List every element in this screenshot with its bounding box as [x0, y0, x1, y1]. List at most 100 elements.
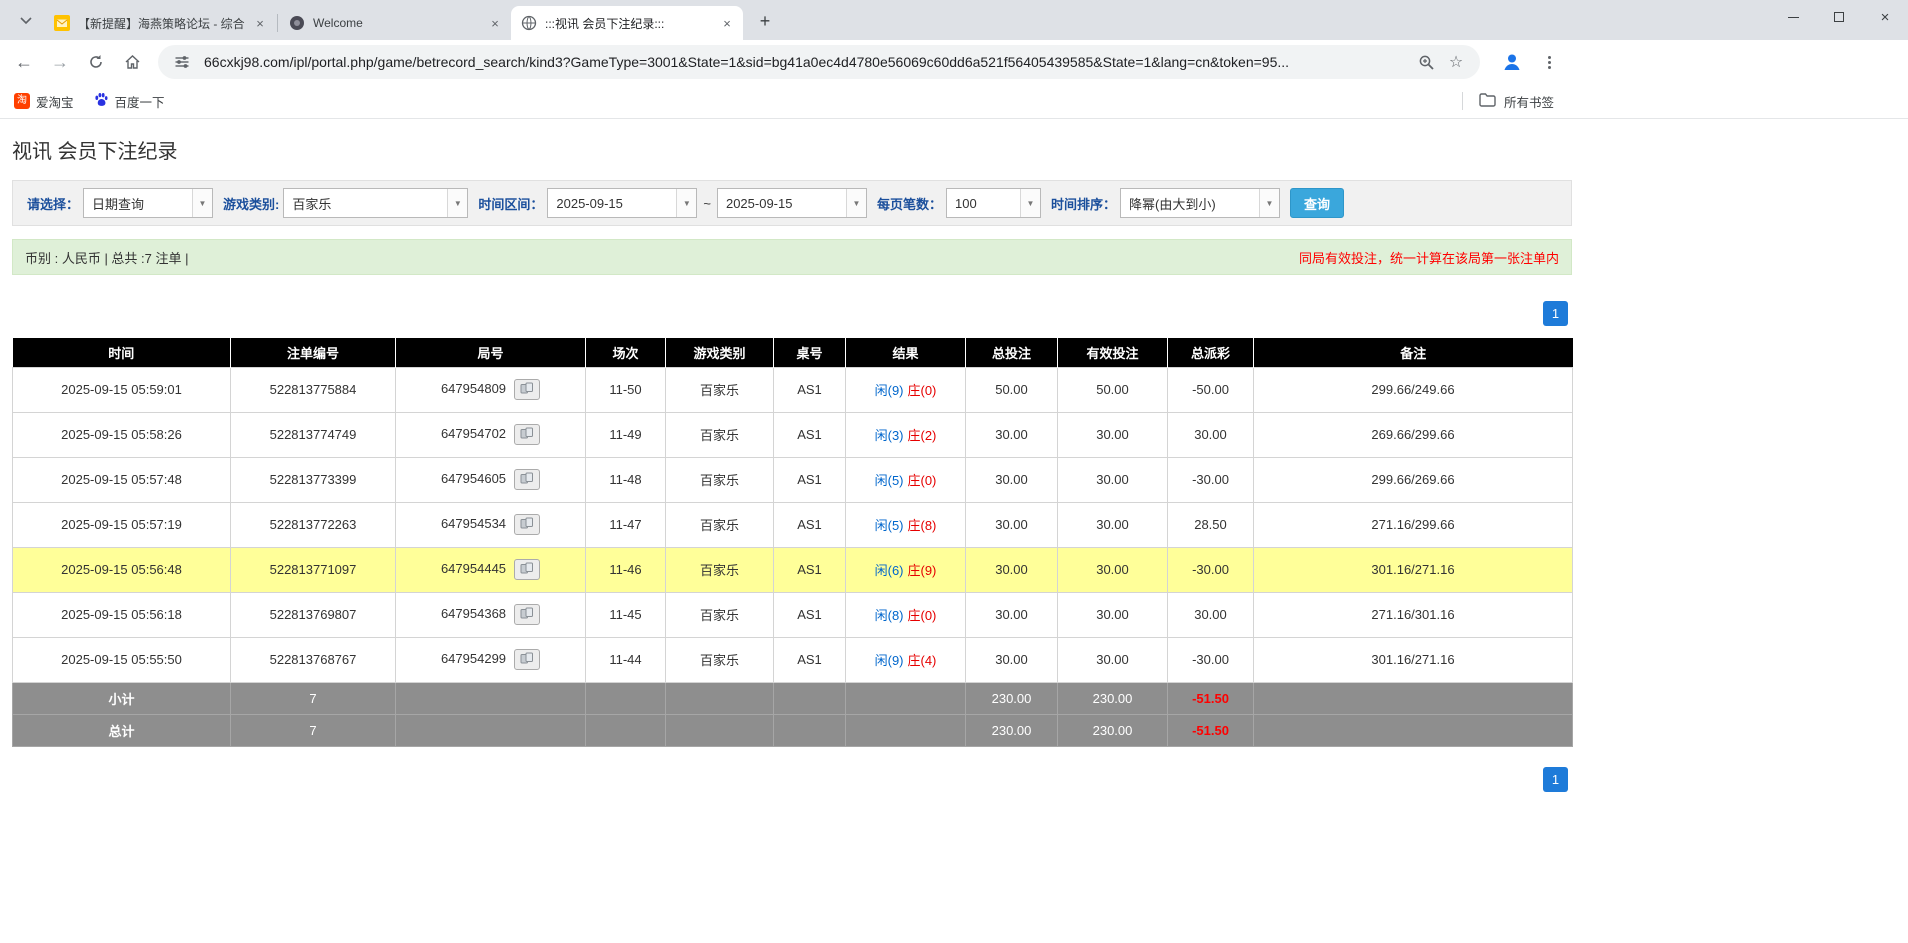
subtotal-row: 小计7230.00230.00-51.50 — [13, 682, 1573, 714]
tab-bet-records[interactable]: :::视讯 会员下注纪录::: × — [511, 6, 743, 40]
column-header-3: 场次 — [586, 338, 666, 367]
sort-label: 时间排序： — [1051, 194, 1116, 213]
cards-icon — [520, 472, 534, 487]
cell-time: 2025-09-15 05:57:48 — [13, 457, 231, 502]
cell-session: 11-46 — [586, 547, 666, 592]
maximize-button[interactable] — [1816, 0, 1862, 34]
address-bar[interactable]: 66cxkj98.com/ipl/portal.php/game/betreco… — [158, 45, 1480, 79]
cell-note: 269.66/299.66 — [1254, 412, 1573, 457]
game-type-select[interactable]: 百家乐 ▼ — [283, 188, 468, 218]
view-cards-button[interactable] — [514, 559, 540, 580]
home-button[interactable] — [116, 46, 148, 78]
column-header-8: 有效投注 — [1058, 338, 1168, 367]
zoom-icon[interactable] — [1414, 50, 1438, 74]
query-type-select[interactable]: 日期查询 ▼ — [83, 188, 213, 218]
bookmark-label: 爱淘宝 — [36, 92, 74, 111]
cell-game-type: 百家乐 — [666, 592, 774, 637]
divider — [1462, 92, 1463, 110]
bookmarks-bar: 淘 爱淘宝 百度一下 所有书签 — [0, 84, 1908, 119]
cell-time: 2025-09-15 05:57:19 — [13, 502, 231, 547]
tab-close-icon[interactable]: × — [487, 15, 503, 31]
result-player: 闲(9) — [875, 383, 904, 398]
cell-total-bet[interactable]: 30.00 — [966, 502, 1058, 547]
cell-round: 647954702 — [396, 412, 586, 457]
cell-payout: 30.00 — [1168, 592, 1254, 637]
cell-time: 2025-09-15 05:56:18 — [13, 592, 231, 637]
column-header-7: 总投注 — [966, 338, 1058, 367]
bookmark-baidu[interactable]: 百度一下 — [94, 92, 165, 111]
minimize-button[interactable] — [1770, 0, 1816, 34]
tab-forum[interactable]: 【新提醒】海燕策略论坛 - 综合 × — [44, 6, 276, 40]
cell-note: 271.16/301.16 — [1254, 592, 1573, 637]
tab-close-icon[interactable]: × — [719, 15, 735, 31]
folder-icon — [1479, 93, 1496, 110]
cell-round: 647954534 — [396, 502, 586, 547]
cell-table-no: AS1 — [774, 367, 846, 412]
cell-result: 闲(3)庄(2) — [846, 412, 966, 457]
tab-welcome[interactable]: Welcome × — [279, 6, 511, 40]
cell-payout: -30.00 — [1168, 457, 1254, 502]
subtotal-cell-0: 小计 — [13, 682, 231, 714]
cell-bet-id: 522813769807 — [231, 592, 396, 637]
url-text[interactable]: 66cxkj98.com/ipl/portal.php/game/betreco… — [204, 54, 1408, 70]
back-button[interactable]: ← — [8, 46, 40, 78]
tab-close-icon[interactable]: × — [252, 15, 268, 31]
cell-total-bet[interactable]: 30.00 — [966, 592, 1058, 637]
welcome-favicon-icon — [289, 15, 305, 31]
cell-total-bet[interactable]: 30.00 — [966, 637, 1058, 682]
cell-result: 闲(5)庄(8) — [846, 502, 966, 547]
date-to-select[interactable]: 2025-09-15 ▼ — [717, 188, 867, 218]
view-cards-button[interactable] — [514, 604, 540, 625]
close-button[interactable]: × — [1862, 0, 1908, 34]
cell-result: 闲(9)庄(0) — [846, 367, 966, 412]
cell-total-bet[interactable]: 30.00 — [966, 457, 1058, 502]
chevron-down-icon: ▼ — [447, 189, 467, 217]
bookmark-star-icon[interactable]: ☆ — [1444, 50, 1468, 74]
reload-button[interactable] — [80, 46, 112, 78]
cell-total-bet[interactable]: 30.00 — [966, 547, 1058, 592]
column-header-4: 游戏类别 — [666, 338, 774, 367]
reload-icon — [88, 54, 104, 70]
sort-select[interactable]: 降幂(由大到小) ▼ — [1120, 188, 1280, 218]
page-1-button[interactable]: 1 — [1543, 767, 1568, 792]
cell-total-bet[interactable]: 50.00 — [966, 367, 1058, 412]
cell-time: 2025-09-15 05:58:26 — [13, 412, 231, 457]
view-cards-button[interactable] — [514, 469, 540, 490]
bookmark-taobao[interactable]: 淘 爱淘宝 — [14, 92, 74, 111]
cell-result: 闲(6)庄(9) — [846, 547, 966, 592]
column-header-9: 总派彩 — [1168, 338, 1254, 367]
view-cards-button[interactable] — [514, 514, 540, 535]
round-number: 647954702 — [441, 426, 506, 441]
cell-game-type: 百家乐 — [666, 367, 774, 412]
cell-time: 2025-09-15 05:56:48 — [13, 547, 231, 592]
cell-session: 11-47 — [586, 502, 666, 547]
cell-total-bet[interactable]: 30.00 — [966, 412, 1058, 457]
column-header-10: 备注 — [1254, 338, 1573, 367]
cards-icon — [520, 607, 534, 622]
view-cards-button[interactable] — [514, 649, 540, 670]
search-button[interactable]: 查询 — [1290, 188, 1344, 218]
page-1-button[interactable]: 1 — [1543, 301, 1568, 326]
date-from-select[interactable]: 2025-09-15 ▼ — [547, 188, 697, 218]
page-size-select[interactable]: 100 ▼ — [946, 188, 1041, 218]
view-cards-button[interactable] — [514, 379, 540, 400]
result-banker: 庄(0) — [908, 473, 937, 488]
cell-payout: 30.00 — [1168, 412, 1254, 457]
total-cell-1: 7 — [231, 714, 396, 746]
site-settings-icon[interactable] — [170, 50, 194, 74]
cell-table-no: AS1 — [774, 412, 846, 457]
new-tab-button[interactable]: + — [751, 7, 779, 35]
view-cards-button[interactable] — [514, 424, 540, 445]
result-banker: 庄(0) — [908, 608, 937, 623]
page-size-value: 100 — [947, 196, 1020, 211]
cell-game-type: 百家乐 — [666, 637, 774, 682]
cell-payout: 28.50 — [1168, 502, 1254, 547]
result-player: 闲(8) — [875, 608, 904, 623]
profile-icon — [1501, 51, 1523, 73]
all-bookmarks[interactable]: 所有书签 — [1462, 92, 1554, 111]
forward-button[interactable]: → — [44, 46, 76, 78]
tab-search-button[interactable] — [12, 7, 40, 35]
profile-button[interactable] — [1496, 46, 1528, 78]
cell-result: 闲(9)庄(4) — [846, 637, 966, 682]
browser-menu-button[interactable] — [1536, 49, 1562, 75]
